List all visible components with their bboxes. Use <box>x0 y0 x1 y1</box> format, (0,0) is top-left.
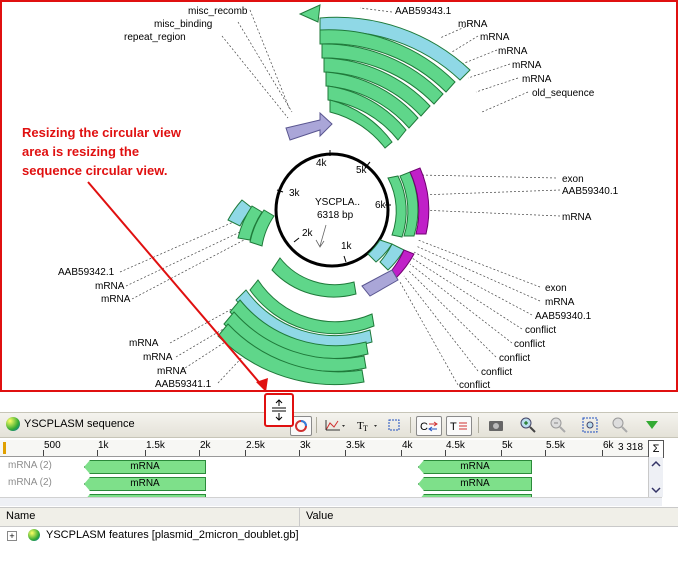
svg-text:conflict: conflict <box>459 380 490 391</box>
svg-text:AAB59340.1: AAB59340.1 <box>535 311 592 322</box>
text-format-icon[interactable]: TT <box>354 416 380 434</box>
circular-view-canvas[interactable]: 4k 5k 3k 6k 2k 1k YSCPLA.. 6318 bp misc_… <box>0 0 678 392</box>
sequence-ruler[interactable]: 1 500 1k 1.5k 2k 2.5k 3k 3.5k 4k 4.5k 5k… <box>0 440 660 457</box>
feature-bar[interactable]: mRNA <box>84 477 206 491</box>
tick-label: 3k <box>289 188 301 199</box>
svg-text:AAB59343.1: AAB59343.1 <box>395 6 452 17</box>
collapse-icon[interactable] <box>642 416 662 434</box>
svg-text:old_sequence: old_sequence <box>532 88 595 99</box>
zoom-out-icon[interactable] <box>548 416 568 434</box>
tick-label: 6k <box>375 200 387 211</box>
ruler-start-marker <box>3 442 6 454</box>
annotation-line: sequence circular view. <box>22 163 167 178</box>
graphs-icon[interactable] <box>322 416 348 434</box>
ruler-tick: 4k <box>401 440 413 456</box>
sequence-icon <box>6 417 20 431</box>
features-tree-root[interactable]: + YSCPLASM features [plasmid_2micron_dou… <box>0 526 678 546</box>
svg-text:mRNA: mRNA <box>157 366 187 377</box>
ruler-tick: 4.5k <box>445 440 465 456</box>
svg-text:mRNA: mRNA <box>545 297 575 308</box>
svg-text:exon: exon <box>562 174 584 185</box>
zoom-fit-icon[interactable] <box>580 416 600 434</box>
circular-view-area[interactable]: 4k 5k 3k 6k 2k 1k YSCPLA.. 6318 bp misc_… <box>0 0 678 392</box>
svg-text:mRNA: mRNA <box>95 281 125 292</box>
ruler-tick: 5.5k <box>545 440 565 456</box>
svg-text:mRNA: mRNA <box>562 212 592 223</box>
tick-label: 2k <box>302 228 314 239</box>
svg-text:misc_binding: misc_binding <box>154 19 212 30</box>
svg-text:AAB59341.1: AAB59341.1 <box>155 379 212 390</box>
svg-text:mRNA: mRNA <box>129 338 159 349</box>
column-header-value[interactable]: Value <box>306 510 333 522</box>
svg-text:conflict: conflict <box>481 367 512 378</box>
ruler-tick: 3k <box>299 440 311 456</box>
column-header-name[interactable]: Name <box>6 510 35 522</box>
svg-text:conflict: conflict <box>525 325 556 336</box>
translation-icon[interactable]: T <box>446 416 472 436</box>
zoom-in-icon[interactable] <box>518 416 538 434</box>
svg-text:mRNA: mRNA <box>522 74 552 85</box>
ruler-end-label: 3 318 <box>618 442 644 453</box>
complement-icon[interactable]: C <box>416 416 442 436</box>
svg-text:mRNA: mRNA <box>101 294 131 305</box>
toolbar-separator <box>316 417 317 433</box>
sum-icon[interactable]: Σ <box>648 440 664 458</box>
svg-text:mRNA: mRNA <box>512 60 542 71</box>
svg-text:misc_recomb: misc_recomb <box>188 6 248 17</box>
annotation-line: area is resizing the <box>22 144 139 159</box>
ruler-tick: 2.5k <box>245 440 265 456</box>
sequence-object-icon <box>28 529 40 541</box>
ruler-tick: 2k <box>199 440 211 456</box>
tracks-horizontal-scrollbar[interactable] <box>0 497 662 506</box>
track-label: mRNA (2) <box>8 460 52 471</box>
tracks-vertical-scrollbar[interactable] <box>648 457 663 497</box>
ruler-tick: 3.5k <box>345 440 365 456</box>
sequence-title: YSCPLA.. <box>315 197 360 208</box>
svg-text:conflict: conflict <box>514 339 545 350</box>
svg-text:mRNA: mRNA <box>458 19 488 30</box>
svg-text:T: T <box>450 421 457 433</box>
svg-text:AAB59340.1: AAB59340.1 <box>562 186 619 197</box>
feature-bar[interactable]: mRNA <box>418 460 532 474</box>
svg-text:T: T <box>363 424 368 432</box>
camera-icon[interactable] <box>486 416 506 434</box>
track-label: mRNA (2) <box>8 477 52 488</box>
svg-text:mRNA: mRNA <box>498 46 528 57</box>
svg-text:mRNA: mRNA <box>480 32 510 43</box>
features-root-label: YSCPLASM features [plasmid_2micron_doubl… <box>46 529 299 541</box>
sequence-name: YSCPLASM sequence <box>24 418 135 430</box>
zoom-reset-icon[interactable] <box>610 416 630 434</box>
feature-bar[interactable]: mRNA <box>84 460 206 474</box>
splitter-handle[interactable] <box>264 393 294 427</box>
tick-label: 4k <box>316 158 328 169</box>
ruler-tick: 1.5k <box>145 440 165 456</box>
ruler-tick: 1k <box>97 440 109 456</box>
svg-text:exon: exon <box>545 283 567 294</box>
column-divider[interactable] <box>299 508 300 526</box>
ruler-tick: 5k <box>501 440 513 456</box>
toolbar-separator <box>410 417 411 433</box>
svg-text:C: C <box>420 421 428 433</box>
resize-vertical-icon <box>272 399 286 421</box>
sequence-toolbar: YSCPLASM sequence TT C T <box>0 412 678 438</box>
expand-icon[interactable]: + <box>7 531 17 541</box>
svg-text:repeat_region: repeat_region <box>124 32 186 43</box>
sequence-length: 6318 bp <box>317 210 354 221</box>
feature-bar[interactable]: mRNA <box>418 477 532 491</box>
features-table-header: Name Value <box>0 507 678 527</box>
annotation-line: Resizing the circular view <box>22 125 182 140</box>
tick-label: 5k <box>356 165 368 176</box>
svg-text:mRNA: mRNA <box>143 352 173 363</box>
ruler-tick: 500 <box>43 440 61 456</box>
tick-label: 1k <box>341 241 353 252</box>
select-area-icon[interactable] <box>384 416 404 434</box>
svg-text:AAB59342.1: AAB59342.1 <box>58 267 115 278</box>
svg-text:conflict: conflict <box>499 353 530 364</box>
toolbar-separator <box>478 417 479 433</box>
ruler-tick: 6k <box>602 440 614 456</box>
annotation-tracks[interactable]: mRNA (2) mRNA mRNA mRNA (2) mRNA mRNA <box>0 457 648 497</box>
